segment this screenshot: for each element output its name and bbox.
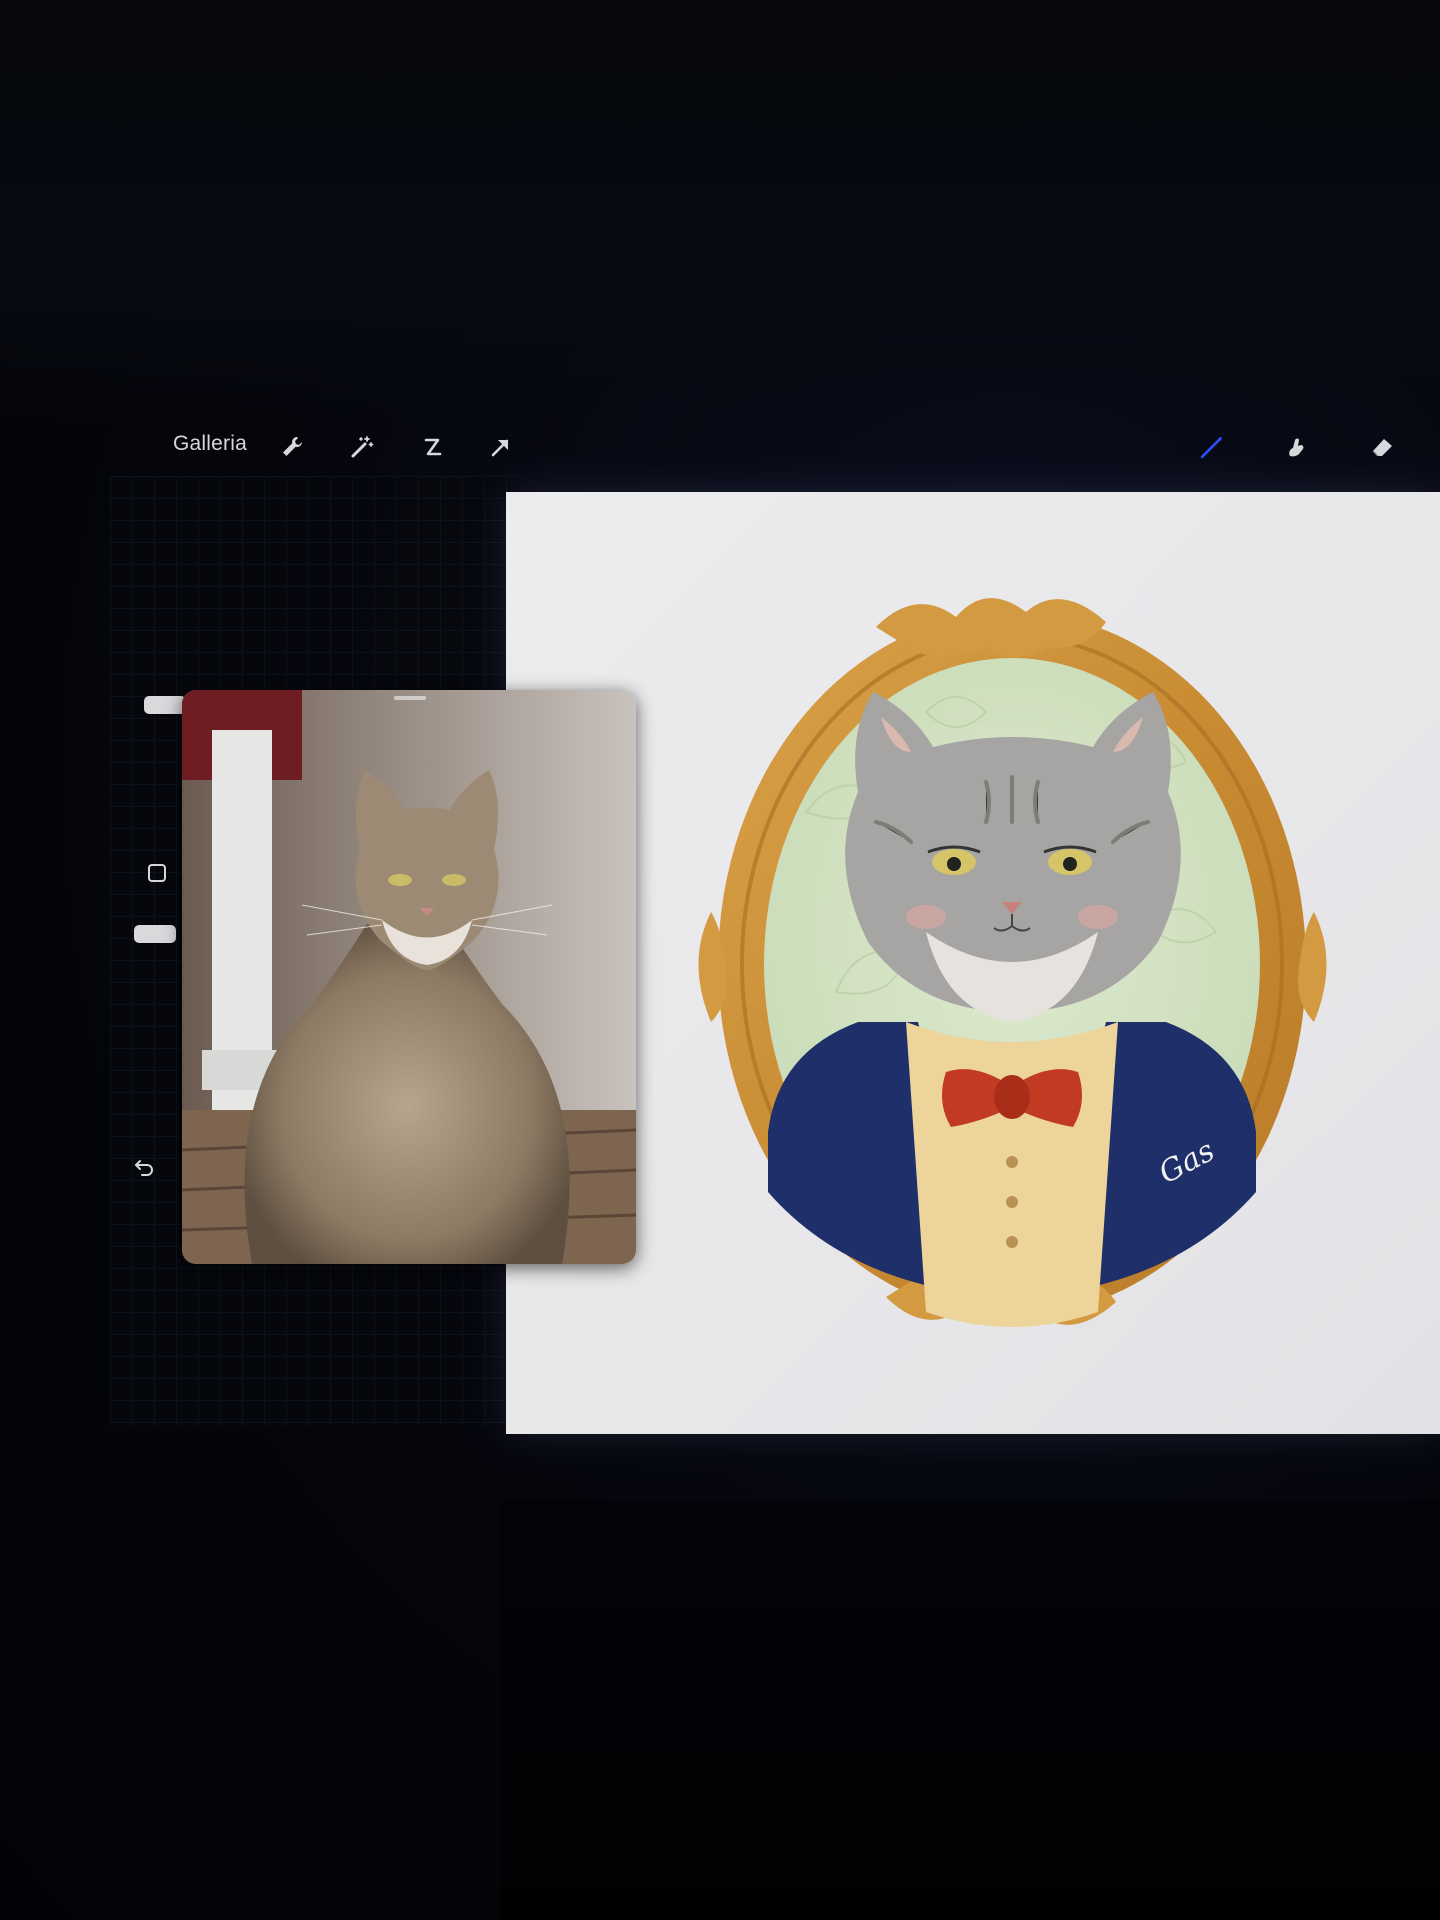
magic-wand-icon	[351, 436, 374, 458]
wrench-icon	[283, 437, 302, 456]
selection-icon	[424, 438, 442, 456]
drawing-canvas[interactable]: Gas	[506, 492, 1440, 1434]
undo-icon	[135, 1160, 153, 1176]
modify-button[interactable]	[140, 856, 174, 890]
top-area	[0, 0, 1440, 420]
transform-arrow-icon	[491, 439, 509, 457]
reference-window[interactable]	[182, 690, 636, 1264]
brush-button[interactable]	[1195, 430, 1229, 464]
undo-button[interactable]	[127, 1150, 161, 1184]
opacity-slider[interactable]	[134, 925, 176, 943]
gallery-button[interactable]: Galleria	[173, 432, 247, 456]
ipad-screen: Galleria Gas	[0, 0, 1440, 1920]
top-toolbar: Galleria	[0, 420, 1440, 474]
bottom-bezel	[500, 1500, 1440, 1920]
brush-icon	[1200, 437, 1222, 459]
actions-button[interactable]	[275, 430, 309, 464]
square-icon	[148, 864, 166, 882]
transform-button[interactable]	[484, 430, 518, 464]
eraser-icon	[1372, 439, 1392, 457]
smudge-button[interactable]	[1280, 430, 1314, 464]
selection-button[interactable]	[415, 430, 449, 464]
left-sidebar	[126, 680, 186, 1240]
brush-size-slider[interactable]	[144, 696, 186, 714]
eraser-button[interactable]	[1365, 430, 1399, 464]
cat-portrait-artwork: Gas	[698, 598, 1327, 1327]
reference-drag-handle[interactable]	[394, 696, 426, 700]
smudge-icon	[1289, 438, 1304, 457]
reference-photo	[182, 690, 636, 1264]
adjustments-button[interactable]	[345, 430, 379, 464]
